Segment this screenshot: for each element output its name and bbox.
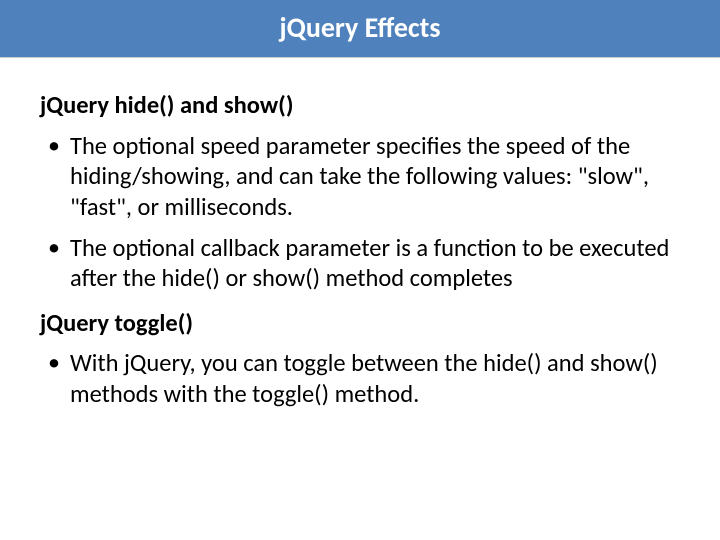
list-item: The optional speed parameter specifies t…: [40, 131, 680, 223]
slide-title: jQuery Effects: [279, 10, 440, 45]
slide-content: jQuery hide() and show() The optional sp…: [0, 58, 720, 410]
bullet-list: The optional speed parameter specifies t…: [40, 131, 680, 294]
list-item: The optional callback parameter is a fun…: [40, 233, 680, 294]
bullet-list: With jQuery, you can toggle between the …: [40, 348, 680, 409]
slide-header: jQuery Effects: [0, 0, 720, 58]
section-title: jQuery toggle(): [40, 308, 680, 339]
section-title: jQuery hide() and show(): [40, 90, 680, 121]
list-item: With jQuery, you can toggle between the …: [40, 348, 680, 409]
